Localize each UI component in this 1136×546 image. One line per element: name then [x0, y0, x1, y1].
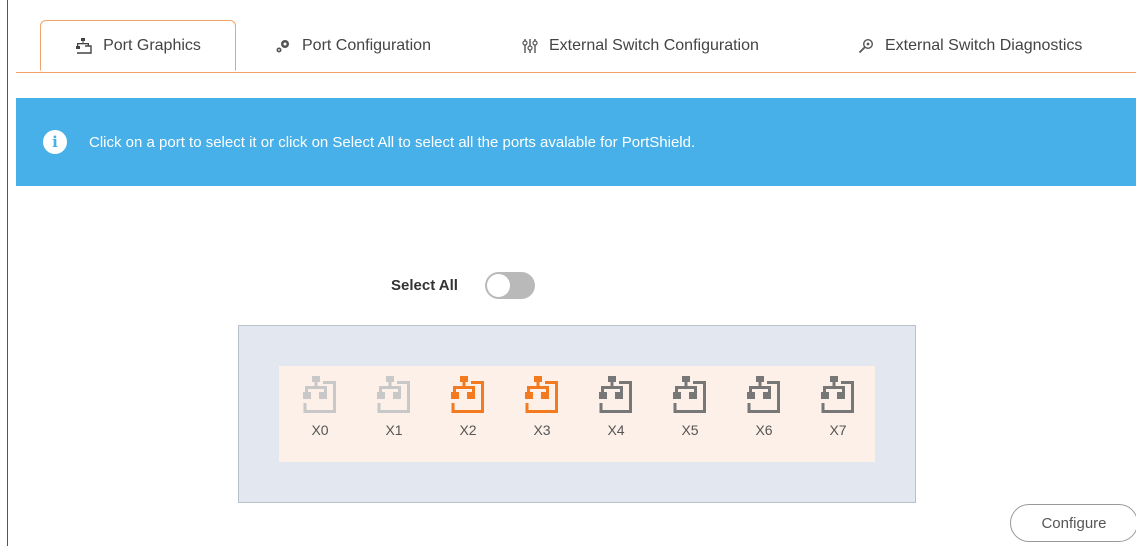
- port-label: X3: [533, 422, 551, 438]
- port-icon: [821, 376, 854, 413]
- info-message: Click on a port to select it or click on…: [89, 133, 696, 151]
- select-all-toggle[interactable]: [484, 272, 535, 299]
- sliders-icon: [521, 37, 539, 55]
- tab-label: Port Configuration: [302, 36, 431, 54]
- port-icon: [303, 376, 336, 413]
- port-x7[interactable]: X7: [801, 366, 875, 462]
- port-x4[interactable]: X4: [579, 366, 653, 462]
- info-banner: i Click on a port to select it or click …: [16, 98, 1136, 186]
- info-icon: i: [43, 130, 67, 154]
- port-x6[interactable]: X6: [727, 366, 801, 462]
- gears-icon: [274, 37, 292, 55]
- port-x3[interactable]: X3: [505, 366, 579, 462]
- switch-panel: X0 X1 X2 X3 X4 X5 X6 X7: [238, 325, 916, 503]
- port-label: X7: [829, 422, 847, 438]
- tab-port-configuration[interactable]: Port Configuration: [274, 20, 431, 71]
- magnifier-icon: [857, 37, 875, 55]
- port-label: X6: [755, 422, 773, 438]
- configure-button[interactable]: Configure: [1010, 504, 1136, 542]
- port-x5[interactable]: X5: [653, 366, 727, 462]
- port-label: X4: [607, 422, 625, 438]
- port-icon: [75, 37, 93, 55]
- tab-label: External Switch Diagnostics: [885, 36, 1083, 54]
- tab-external-switch-configuration[interactable]: External Switch Configuration: [521, 20, 759, 71]
- tab-label: Port Graphics: [103, 36, 201, 54]
- tab-external-switch-diagnostics[interactable]: External Switch Diagnostics: [857, 20, 1082, 71]
- select-all-control: Select All: [391, 272, 535, 299]
- port-icon: [599, 376, 632, 413]
- tab-bar: Port Graphics Port Configuration Externa…: [16, 20, 1136, 73]
- tab-port-graphics[interactable]: Port Graphics: [40, 20, 236, 71]
- port-x2[interactable]: X2: [431, 366, 505, 462]
- port-icon: [451, 376, 484, 413]
- port-x0[interactable]: X0: [283, 366, 357, 462]
- page-left-border: [7, 0, 8, 546]
- port-icon: [525, 376, 558, 413]
- port-label: X0: [311, 422, 329, 438]
- port-x1[interactable]: X1: [357, 366, 431, 462]
- select-all-label: Select All: [391, 277, 458, 294]
- port-icon: [377, 376, 410, 413]
- port-label: X1: [385, 422, 403, 438]
- tab-label: External Switch Configuration: [549, 36, 759, 54]
- port-label: X5: [681, 422, 699, 438]
- port-label: X2: [459, 422, 477, 438]
- port-strip: X0 X1 X2 X3 X4 X5 X6 X7: [279, 366, 875, 462]
- port-icon: [673, 376, 706, 413]
- toggle-knob: [486, 274, 510, 297]
- port-icon: [747, 376, 780, 413]
